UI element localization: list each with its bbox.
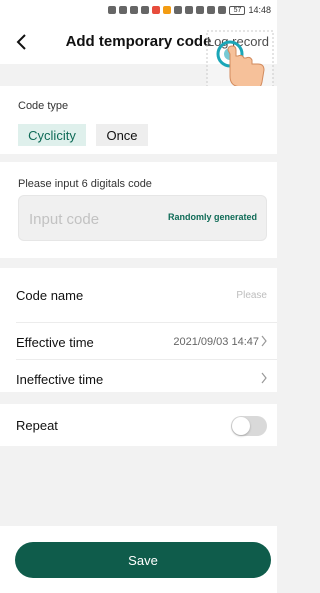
eye-icon (174, 6, 183, 14)
code-name-placeholder: Please (236, 289, 267, 301)
code-input-section: Please input 6 digitals code Randomly ge… (0, 162, 277, 258)
nfc-icon (185, 6, 194, 14)
chevron-right-icon (261, 335, 267, 347)
status-bar: 57 14:48 (0, 0, 277, 20)
code-type-label: Code type (18, 100, 69, 112)
effective-time-label: Effective time (16, 334, 94, 350)
wifi-icon (130, 6, 139, 14)
sim-icon (108, 6, 117, 14)
repeat-toggle[interactable] (231, 416, 267, 436)
code-type-once-option[interactable]: Once (96, 124, 148, 146)
chat-icon (141, 6, 150, 14)
notification-icon (152, 6, 161, 14)
save-button[interactable]: Save (15, 542, 271, 578)
bluetooth-icon (207, 6, 216, 14)
randomly-generated-button[interactable]: Randomly generated (168, 212, 257, 222)
code-input[interactable] (29, 208, 159, 230)
save-bar: Save (0, 526, 277, 593)
signal-icon (119, 6, 128, 14)
header: Add temporary code Log record (0, 20, 277, 64)
status-icons: 57 14:48 (108, 5, 271, 15)
code-name-label: Code name (16, 287, 84, 303)
code-input-label: Please input 6 digitals code (18, 178, 152, 190)
log-record-link[interactable]: Log record (207, 34, 269, 49)
notification-icon-2 (163, 6, 172, 14)
battery-indicator: 57 (229, 5, 246, 15)
chevron-right-icon (261, 372, 267, 384)
effective-time-row[interactable]: Effective time 2021/09/03 14:47 (0, 323, 277, 361)
repeat-section: Repeat (0, 404, 277, 446)
code-input-wrapper: Randomly generated (18, 195, 267, 241)
ineffective-time-row[interactable]: Ineffective time (0, 360, 277, 398)
toggle-knob (232, 417, 250, 435)
code-name-row[interactable]: Code name Please (0, 276, 277, 314)
vibrate-icon (196, 6, 205, 14)
code-details-section: Code name Please Effective time 2021/09/… (0, 268, 277, 392)
repeat-label: Repeat (16, 418, 58, 433)
code-type-cyclicity-option[interactable]: Cyclicity (18, 124, 86, 146)
effective-time-value: 2021/09/03 14:47 (173, 336, 259, 348)
code-type-section: Code type Cyclicity Once (0, 86, 277, 154)
status-time: 14:48 (248, 5, 271, 15)
mute-icon (218, 6, 227, 14)
ineffective-time-label: Ineffective time (16, 371, 104, 387)
